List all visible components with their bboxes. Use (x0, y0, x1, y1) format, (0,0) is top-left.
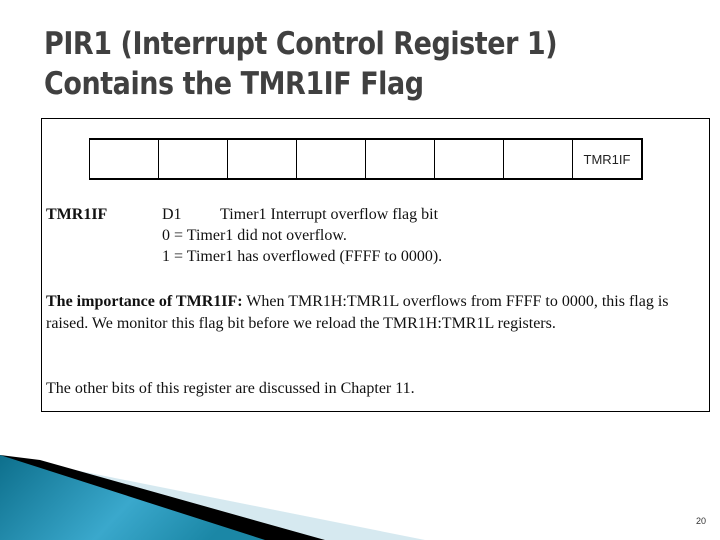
register-bit-d0: TMR1IF (572, 138, 643, 180)
page-number: 20 (695, 516, 706, 526)
bit-description: Timer1 Interrupt overflow flag bit (220, 206, 439, 223)
importance-label: The importance of TMR1IF: (46, 293, 243, 310)
title-line-2: Contains the TMR1IF Flag (44, 66, 424, 102)
register-bit-d2 (434, 138, 504, 180)
register-row: TMR1IF (89, 138, 643, 180)
title-line-1: PIR1 (Interrupt Control Register 1) (44, 26, 558, 62)
register-bit-d1 (503, 138, 573, 180)
slide-title: PIR1 (Interrupt Control Register 1) Cont… (44, 24, 558, 104)
bit-value-1: 1 = Timer1 has overflowed (FFFF to 0000)… (162, 248, 443, 265)
register-bit-d7 (89, 138, 159, 180)
register-bit-d3 (365, 138, 435, 180)
bit-position: D1 (162, 206, 182, 223)
corner-decoration (0, 455, 425, 540)
decoration-teal-band (0, 455, 265, 540)
register-figure: TMR1IF TMR1IF D1 Timer1 Interrupt overfl… (41, 118, 710, 412)
bit-value-0: 0 = Timer1 did not overflow. (162, 227, 347, 244)
register-bit-d4 (296, 138, 366, 180)
register-bit-table: TMR1IF (89, 138, 643, 180)
bit-name: TMR1IF (46, 206, 108, 223)
importance-paragraph: The importance of TMR1IF: When TMR1H:TMR… (46, 291, 701, 335)
chapter-note: The other bits of this register are disc… (46, 380, 415, 397)
register-bit-d5 (227, 138, 297, 180)
register-bit-d6 (158, 138, 228, 180)
